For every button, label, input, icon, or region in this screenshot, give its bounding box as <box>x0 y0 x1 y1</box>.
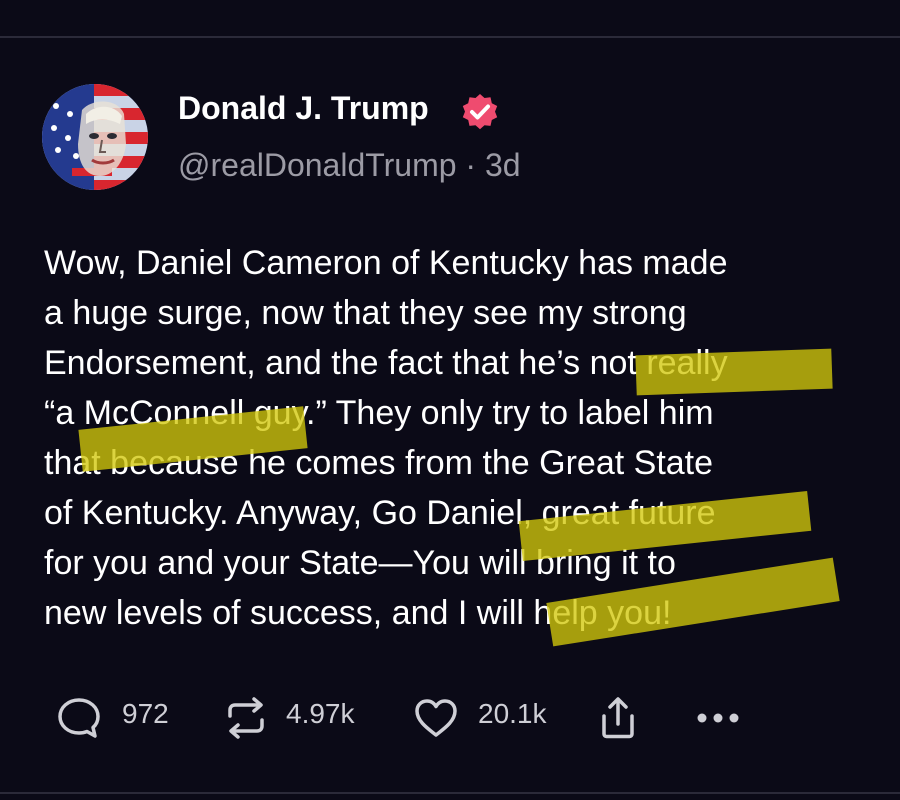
share-upload-icon <box>602 697 634 739</box>
bottom-divider <box>0 792 900 794</box>
post-body-text: Wow, Daniel Cameron of Kentucky has made… <box>44 244 728 632</box>
repost-button[interactable]: 4.97k <box>222 690 392 744</box>
author-handle[interactable]: @realDonaldTrump <box>178 147 457 183</box>
heart-icon <box>415 699 457 737</box>
top-divider <box>0 36 900 38</box>
repost-count: 4.97k <box>286 698 355 729</box>
meta-separator: · <box>456 147 485 183</box>
action-bar: 972 4.97k 20.1k <box>56 690 876 744</box>
like-count: 20.1k <box>478 698 547 729</box>
reply-button[interactable]: 972 <box>56 690 186 744</box>
repost-arrows-icon <box>228 697 264 739</box>
more-dots-icon <box>697 713 739 723</box>
reply-count: 972 <box>122 698 169 729</box>
share-button[interactable] <box>596 690 646 744</box>
like-button[interactable]: 20.1k <box>412 690 572 744</box>
verified-badge-icon <box>462 94 498 130</box>
avatar[interactable] <box>42 84 148 190</box>
avatar-image <box>42 84 148 190</box>
post-meta: @realDonaldTrump · 3d <box>178 147 521 184</box>
author-display-name[interactable]: Donald J. Trump <box>178 90 429 127</box>
post-age[interactable]: 3d <box>485 147 521 183</box>
reply-bubble-icon <box>58 698 100 738</box>
more-options-button[interactable] <box>692 690 748 744</box>
